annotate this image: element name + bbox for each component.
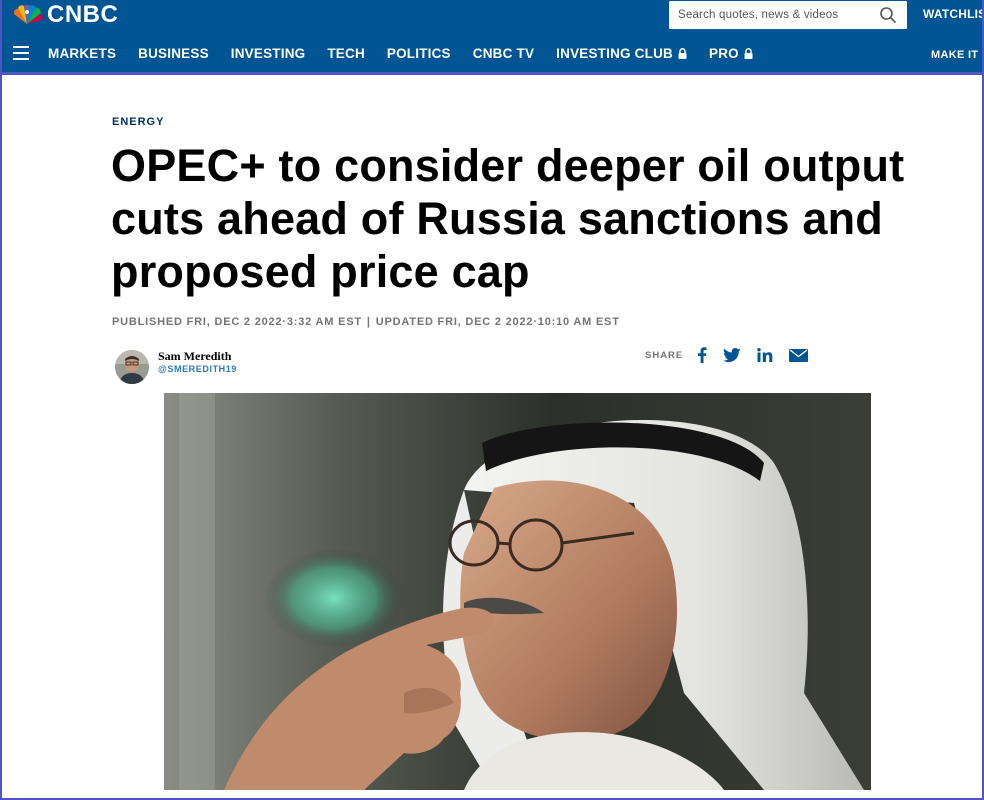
nav-item-tech[interactable]: TECH xyxy=(327,46,365,61)
main-nav: MARKETS BUSINESS INVESTING TECH POLITICS CNBC… xyxy=(48,46,775,61)
author-name[interactable]: Sam Meredith xyxy=(158,349,231,364)
share-bar: SHARE xyxy=(645,347,824,363)
search-box[interactable] xyxy=(669,1,907,29)
brand-name: CNBC xyxy=(47,1,119,28)
article-category[interactable]: ENERGY xyxy=(112,116,164,128)
nav-item-cnbc-tv[interactable]: CNBC TV xyxy=(473,46,534,61)
watchlist-link[interactable]: WATCHLIS xyxy=(923,7,982,21)
site-header: CNBC WATCHLIS MARKETS BUSINESS INVESTING TE… xyxy=(2,0,982,72)
nav-item-investing[interactable]: INVESTING xyxy=(231,46,306,61)
share-label: SHARE xyxy=(645,349,684,361)
email-icon[interactable] xyxy=(789,348,809,362)
article-timestamps: PUBLISHED FRI, DEC 2 2022·3:32 AM EST | UP… xyxy=(112,316,620,328)
facebook-icon[interactable] xyxy=(697,347,707,363)
nav-item-label: BUSINESS xyxy=(138,46,209,61)
nav-item-markets[interactable]: MARKETS xyxy=(48,46,116,61)
nav-item-label: INVESTING xyxy=(230,46,306,61)
header-divider xyxy=(2,72,982,75)
nav-item-label: TECH xyxy=(327,46,365,61)
nav-item-label: MARKETS xyxy=(48,46,117,61)
nav-item-investing-club[interactable]: INVESTING CLUB xyxy=(556,46,687,61)
lock-icon xyxy=(678,48,687,59)
updated-time: UPDATED FRI, DEC 2 2022·10:10 AM EST xyxy=(375,316,620,328)
nav-item-business[interactable]: BUSINESS xyxy=(138,46,209,61)
page-frame: CNBC WATCHLIS MARKETS BUSINESS INVESTING TE… xyxy=(0,0,984,800)
published-time: PUBLISHED FRI, DEC 2 2022·3:32 AM EST xyxy=(112,316,362,328)
cnbc-logo[interactable]: CNBC xyxy=(10,1,119,28)
timestamp-separator: | xyxy=(366,316,371,328)
search-icon[interactable] xyxy=(879,6,897,24)
nav-item-politics[interactable]: POLITICS xyxy=(387,46,451,61)
nav-item-pro[interactable]: PRO xyxy=(709,46,753,61)
twitter-icon[interactable] xyxy=(723,347,741,363)
article-headline: OPEC+ to consider deeper oil output cuts… xyxy=(111,140,905,297)
author-avatar[interactable] xyxy=(115,350,149,384)
nav-item-label: POLITICS xyxy=(386,46,451,61)
nav-item-label: INVESTING CLUB xyxy=(556,46,673,61)
linkedin-icon[interactable] xyxy=(757,348,773,362)
search-input[interactable] xyxy=(669,9,869,21)
author-handle[interactable]: @SMEREDITH19 xyxy=(158,364,237,374)
peacock-icon xyxy=(13,5,43,25)
nav-item-label: CNBC TV xyxy=(472,46,535,61)
menu-icon[interactable] xyxy=(13,46,29,60)
article-lead-image xyxy=(164,393,871,790)
nav-item-label: PRO xyxy=(708,46,739,61)
lock-icon xyxy=(744,48,753,59)
make-it-link[interactable]: MAKE IT xyxy=(931,49,978,61)
